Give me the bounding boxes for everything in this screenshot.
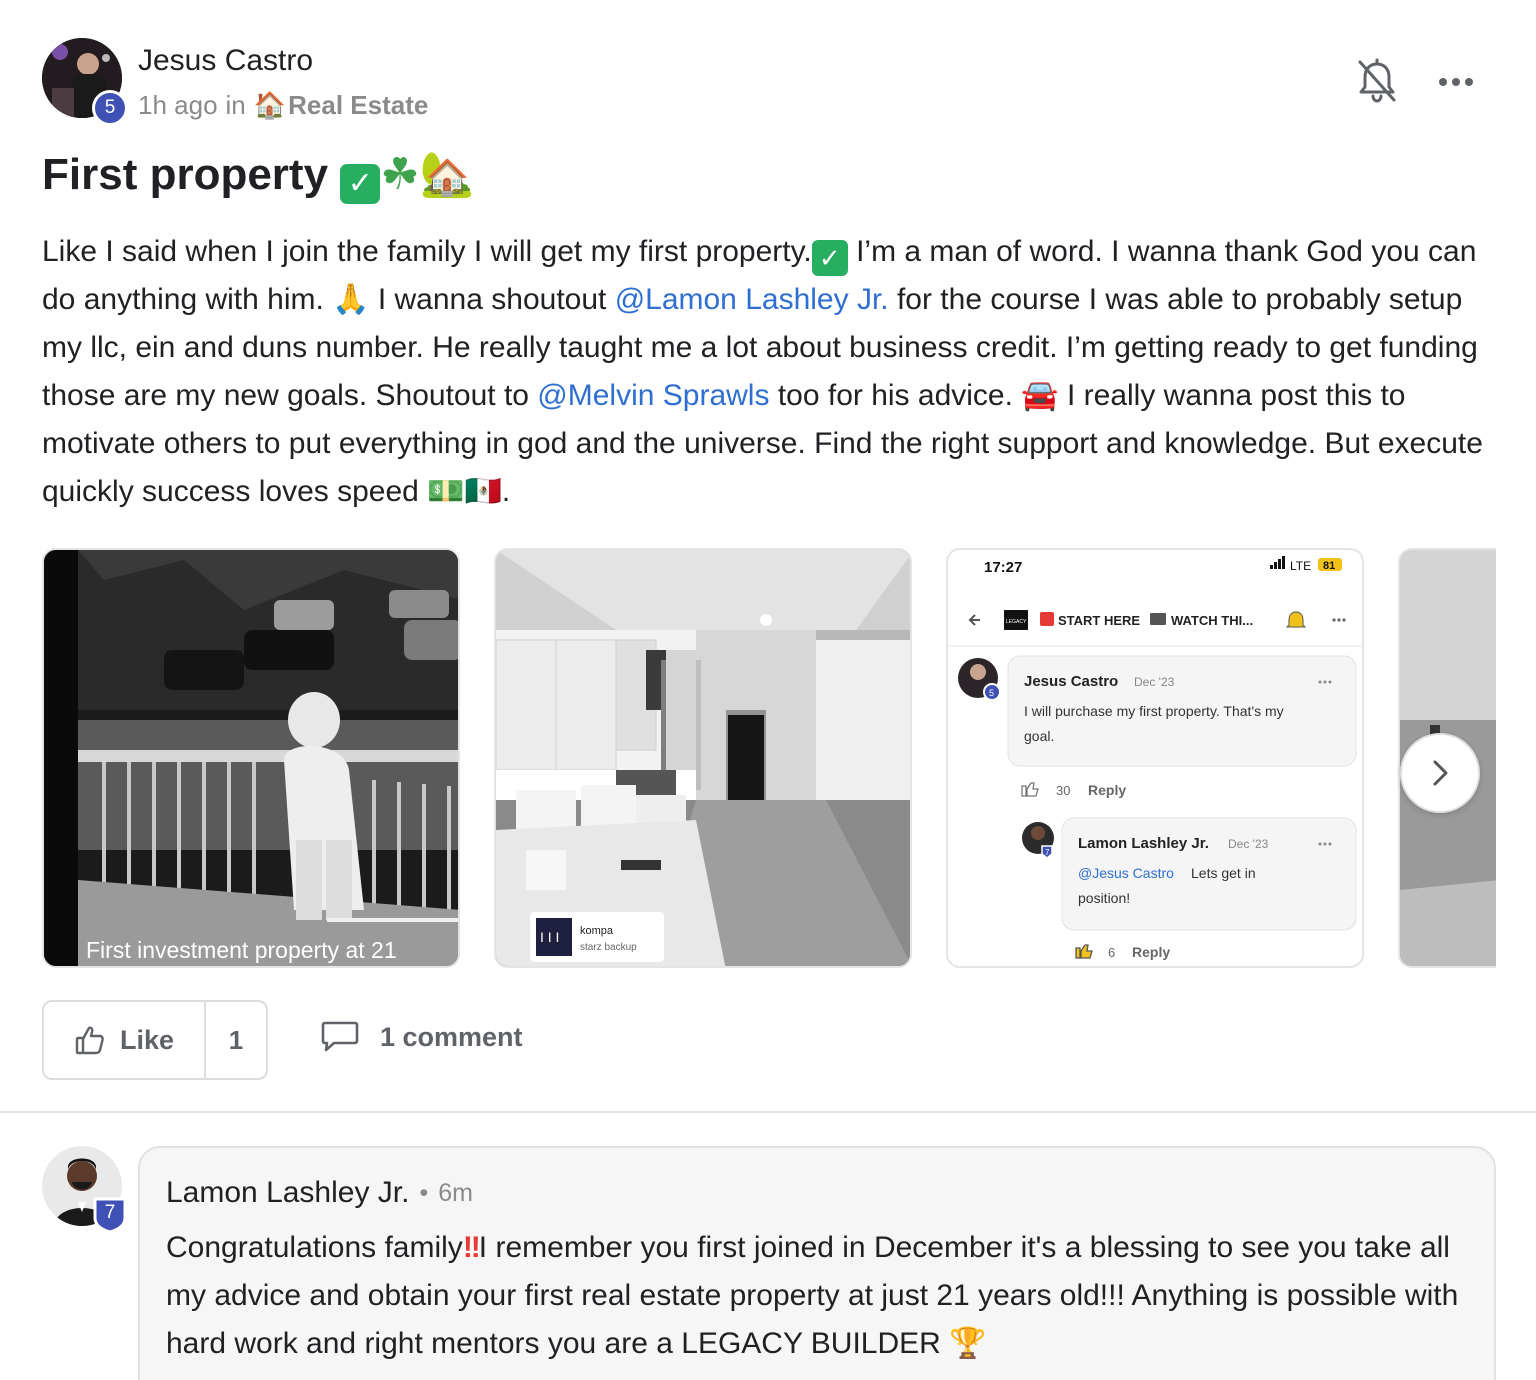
c2-mention[interactable]: @Jesus Castro [1078,865,1174,881]
body-text: I wanna shoutout [369,283,615,316]
like-control: Like 1 [42,1000,268,1080]
post-time: 1h ago [138,90,218,120]
c1-text-2: goal. [1024,728,1054,744]
post-title-text: First property [42,150,329,199]
chevron-right-icon[interactable] [1400,733,1480,813]
thumbs-up-icon [75,1026,104,1055]
svg-text:I I I: I I I [540,929,559,945]
commenter-level: 7 [104,1202,116,1223]
clover-icon: ☘ [380,149,420,200]
comments-link[interactable]: 1 comment [320,1020,523,1054]
image-caption: First investment property at 21 [86,937,397,963]
praying-hands-icon: 🙏 [332,282,370,317]
more-horizontal-icon[interactable] [1434,64,1478,100]
post-meta: 1h ago in 🏠 Real Estate [138,90,428,121]
mexico-flag-icon: 🇲🇽 [464,474,502,509]
mention-link[interactable]: @Melvin Sprawls [537,379,769,412]
status-battery: 81 [1323,560,1335,572]
check-mark-icon: ✓ [340,164,381,204]
author-level-badge: 5 [92,90,128,126]
gallery-image-1[interactable]: First investment property at 21 [42,548,460,968]
comment-time-dot: • [419,1178,429,1207]
comment-count-label: 1 comment [380,1021,523,1052]
car-icon: 🚘 [1021,378,1059,413]
author-name[interactable]: Jesus Castro [138,44,313,78]
c2-name: Lamon Lashley Jr. [1078,835,1209,852]
c2-reply[interactable]: Reply [1132,944,1170,960]
c2-date: Dec '23 [1228,837,1269,851]
category-label: Real Estate [288,90,429,120]
comment-text: Congratulations family [166,1231,463,1264]
c2-text: Lets get in [1191,865,1256,881]
bell-off-icon[interactable] [1356,58,1398,104]
like-button[interactable]: Like [44,1002,206,1078]
gallery-image-2[interactable]: I I I kompa starz backup [494,548,912,968]
meta-in: in [225,90,246,120]
like-count[interactable]: 1 [206,1025,266,1056]
commenter-name[interactable]: Lamon Lashley Jr. [166,1176,409,1210]
c2-likes: 6 [1108,945,1115,960]
category-link[interactable]: 🏠 Real Estate [254,90,429,121]
c1-likes: 30 [1056,783,1070,798]
money-icon: 💵 [427,474,465,509]
c1-text: I will purchase my first property. That'… [1024,703,1284,719]
body-text: Like I said when I join the family I wil… [42,235,812,268]
music-subtitle: starz backup [580,942,637,953]
status-network: LTE [1290,559,1311,573]
comment-time: 6m [438,1178,473,1207]
check-mark-icon: ✓ [811,240,848,276]
image-gallery: First investment property at 21 I I I ko… [42,548,1496,968]
c2-level: 7 [1045,848,1050,857]
comment-body: Congratulations family!!I remember you f… [166,1224,1476,1368]
comment-bubble-icon [321,1021,359,1052]
house-icon: 🏡 [419,149,475,200]
house-icon: 🏠 [253,90,287,121]
comment-header: Lamon Lashley Jr. • 6m [166,1176,473,1210]
status-time: 17:27 [984,559,1022,576]
post-card: 5 Jesus Castro 1h ago in 🏠 Real Estate F… [0,0,1536,1110]
c1-name: Jesus Castro [1024,673,1118,690]
c2-text-2: position! [1078,890,1130,906]
c1-date: Dec '23 [1134,675,1175,689]
double-exclamation-icon: !! [462,1231,481,1264]
mention-link[interactable]: @Lamon Lashley Jr. [615,283,889,316]
music-title: kompa [580,925,614,937]
body-text: . [501,475,511,508]
divider [0,1111,1536,1113]
like-label: Like [119,1024,175,1055]
post-body: Like I said when I join the family I wil… [42,228,1502,516]
header-title-2: WATCH THI... [1171,613,1253,628]
header-title: START HERE [1058,613,1140,628]
post-title: First property ✓ ☘🏡 [42,148,475,204]
gallery-image-3[interactable]: 17:27 LTE 81 LEGACY BUILDER START HERE W… [946,548,1364,968]
commenter-level-badge: 7 [92,1196,128,1234]
c1-reply[interactable]: Reply [1088,782,1126,798]
trophy-icon: 🏆 [949,1326,987,1361]
body-text: too for his advice. [769,379,1022,412]
c1-level: 5 [989,688,994,698]
